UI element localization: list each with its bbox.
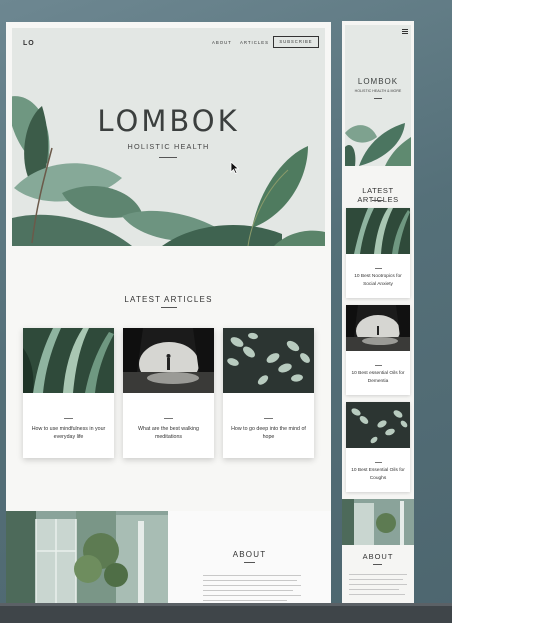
card-divider xyxy=(375,365,382,366)
hamburger-icon[interactable] xyxy=(402,29,408,34)
nav-link-about[interactable]: ABOUT xyxy=(212,40,232,45)
about-divider xyxy=(244,562,255,563)
mouse-cursor-icon xyxy=(230,161,239,174)
hero-subtitle: HOLISTIC HEALTH xyxy=(127,142,210,151)
article-image-2 xyxy=(123,328,214,393)
hero-title: LOMBOK xyxy=(97,104,240,138)
article-image-3 xyxy=(223,328,314,393)
subscribe-button[interactable]: SUBSCRIBE xyxy=(273,36,319,48)
video-control-bar xyxy=(0,603,452,623)
mobile-hero-title: LOMBOK xyxy=(357,77,399,86)
mobile-article-title-2[interactable]: 10 Best essential Oils for Dementia xyxy=(349,370,407,385)
card-divider xyxy=(375,268,382,269)
mobile-article-image-1 xyxy=(346,208,410,254)
article-card-3[interactable]: How to go deep into the mind of hope xyxy=(223,328,314,458)
mobile-latest-title: LATEST ARTICLES xyxy=(357,186,398,204)
mobile-article-card-1[interactable]: 10 Best Nootropics for Social Anxiety xyxy=(346,208,410,298)
mobile-about-paragraph xyxy=(349,574,407,599)
about-image xyxy=(6,511,168,603)
hero-divider xyxy=(159,157,177,158)
card-divider xyxy=(264,418,273,419)
article-title-2[interactable]: What are the best walking meditations xyxy=(129,425,208,442)
mobile-article-image-3 xyxy=(346,402,410,448)
card-divider xyxy=(375,462,382,463)
mobile-mockup: LOMBOK HOLISTIC HEALTH & MORE LATEST ART… xyxy=(342,21,414,603)
mobile-article-image-2 xyxy=(346,305,410,351)
card-divider xyxy=(164,418,173,419)
about-title: ABOUT xyxy=(232,550,267,559)
article-title-1[interactable]: How to use mindfulness in your everyday … xyxy=(29,425,108,442)
mobile-about-title: ABOUT xyxy=(362,552,394,561)
desktop-mockup: LO ABOUT ARTICLES SUBSCRIBE LOMBOK HOLIS… xyxy=(6,22,331,603)
mobile-article-title-1[interactable]: 10 Best Nootropics for Social Anxiety xyxy=(349,273,407,288)
card-divider xyxy=(64,418,73,419)
mobile-about-image xyxy=(342,499,414,545)
nav-link-articles[interactable]: ARTICLES xyxy=(240,40,269,45)
progress-strip xyxy=(0,603,452,606)
article-image-1 xyxy=(23,328,114,393)
mobile-article-card-2[interactable]: 10 Best essential Oils for Dementia xyxy=(346,305,410,395)
mobile-about-divider xyxy=(373,564,382,565)
latest-divider xyxy=(161,307,177,308)
about-paragraph xyxy=(203,575,301,603)
mobile-article-card-3[interactable]: 10 Best Essential Oils for Coughs xyxy=(346,402,410,492)
mobile-latest-divider xyxy=(372,200,383,201)
mobile-hero-subtitle: HOLISTIC HEALTH & MORE xyxy=(354,89,402,93)
mobile-article-title-3[interactable]: 10 Best Essential Oils for Coughs xyxy=(349,467,407,482)
mobile-hero: LOMBOK HOLISTIC HEALTH & MORE xyxy=(345,25,411,166)
mobile-hero-divider xyxy=(374,98,382,99)
hero-section: LO ABOUT ARTICLES SUBSCRIBE LOMBOK HOLIS… xyxy=(12,28,325,246)
latest-articles-title: LATEST ARTICLES xyxy=(124,295,213,304)
about-section: ABOUT xyxy=(168,511,331,603)
article-card-2[interactable]: What are the best walking meditations xyxy=(123,328,214,458)
article-card-1[interactable]: How to use mindfulness in your everyday … xyxy=(23,328,114,458)
article-title-3[interactable]: How to go deep into the mind of hope xyxy=(229,425,308,442)
site-logo[interactable]: LO xyxy=(23,40,35,47)
